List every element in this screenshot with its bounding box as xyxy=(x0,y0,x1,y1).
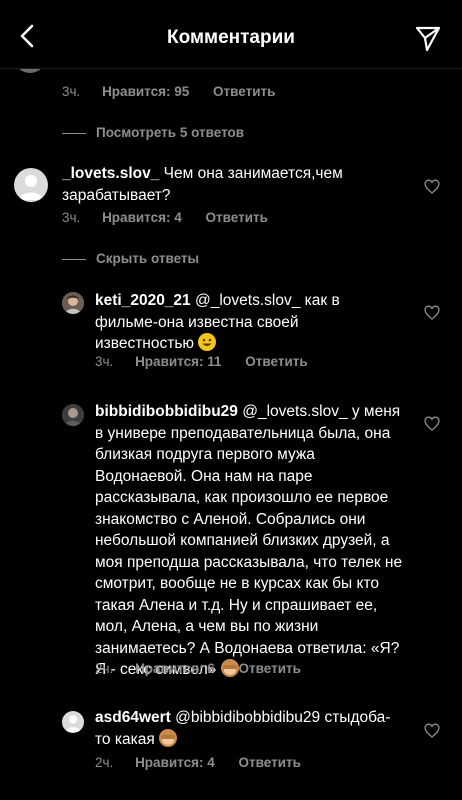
top-bar: Комментарии xyxy=(0,0,462,69)
like-icon[interactable] xyxy=(424,305,440,320)
like-icon[interactable] xyxy=(424,723,440,738)
see-no-evil-monkey-emoji xyxy=(159,728,178,747)
reply-button[interactable]: Ответить xyxy=(239,661,301,676)
avatar[interactable] xyxy=(62,711,84,733)
comment-time: 3ч. xyxy=(62,210,81,225)
comment-time: 3ч. xyxy=(62,84,81,99)
smiling-face-emoji xyxy=(198,333,217,351)
reply-button[interactable]: Ответить xyxy=(213,84,275,99)
reply-button[interactable]: Ответить xyxy=(206,210,268,225)
reply-text: asd64wert @bibbidibobbidibu29 стыдоба-то… xyxy=(95,707,395,750)
reply-meta: 2ч. Нравится: 6 Ответить xyxy=(95,661,301,676)
user-photo-icon xyxy=(62,292,84,314)
reply-text: bibbidibobbidibu29 @_lovets.slov_ у меня… xyxy=(95,401,405,681)
divider-line xyxy=(62,132,86,134)
likes-count[interactable]: Нравится: 4 xyxy=(135,755,215,770)
reply-meta: 2ч. Нравится: 4 Ответить xyxy=(95,755,301,770)
reply-button[interactable]: Ответить xyxy=(245,354,307,369)
default-avatar-icon xyxy=(65,715,81,732)
comment-username[interactable]: _lovets.slov_ xyxy=(62,165,159,182)
avatar[interactable] xyxy=(14,168,48,202)
smile-face-icon xyxy=(202,338,212,346)
monkey-face-icon xyxy=(161,734,176,745)
view-replies-button[interactable]: Посмотреть 5 ответов xyxy=(62,125,244,140)
like-icon[interactable] xyxy=(424,416,440,431)
send-icon[interactable] xyxy=(414,24,442,52)
user-photo-icon xyxy=(62,404,84,426)
reply-username[interactable]: asd64wert xyxy=(95,709,171,726)
reply-body: @_lovets.slov_ у меня в универе преподав… xyxy=(95,403,403,678)
hide-replies-button[interactable]: Скрыть ответы xyxy=(62,251,199,266)
like-icon[interactable] xyxy=(424,179,440,194)
reply-time: 2ч. xyxy=(95,755,114,770)
comment-meta: 3ч. Нравится: 95 Ответить xyxy=(62,84,275,99)
likes-count[interactable]: Нравится: 6 xyxy=(135,661,215,676)
likes-count[interactable]: Нравится: 4 xyxy=(102,210,182,225)
reply-username[interactable]: keti_2020_21 xyxy=(95,292,191,309)
reply-time: 2ч. xyxy=(95,661,114,676)
reply-username[interactable]: bibbidibobbidibu29 xyxy=(95,403,238,420)
reply-meta: 3ч. Нравится: 11 Ответить xyxy=(95,354,308,369)
likes-count[interactable]: Нравится: 11 xyxy=(135,354,221,369)
comment-text: _lovets.slov_ Чем она занимается,чем зар… xyxy=(62,163,392,206)
likes-count[interactable]: Нравится: 95 xyxy=(102,84,189,99)
default-avatar-icon xyxy=(19,175,43,200)
hide-replies-label: Скрыть ответы xyxy=(96,251,200,266)
reply-button[interactable]: Ответить xyxy=(239,755,301,770)
view-replies-label: Посмотреть 5 ответов xyxy=(96,125,245,140)
page-title: Комментарии xyxy=(167,27,295,48)
divider-line xyxy=(62,258,86,260)
reply-time: 3ч. xyxy=(95,354,114,369)
avatar[interactable] xyxy=(62,404,84,426)
reply-text: keti_2020_21 @_lovets.slov_ как в фильме… xyxy=(95,290,385,355)
avatar[interactable] xyxy=(62,292,84,314)
comment-meta: 3ч. Нравится: 4 Ответить xyxy=(62,210,268,225)
